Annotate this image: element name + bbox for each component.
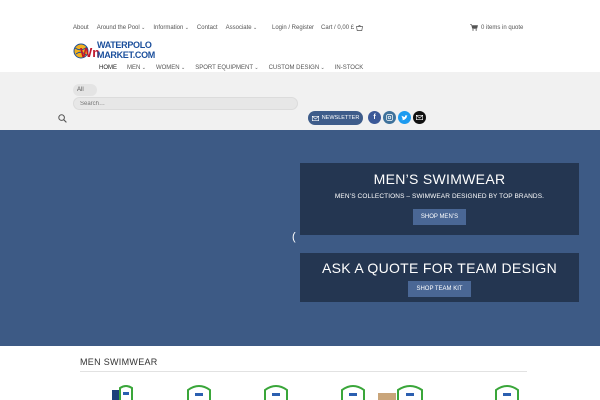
envelope-icon xyxy=(311,115,319,121)
logo-wordmark: WATERPOLO MARKET.COM xyxy=(97,40,155,60)
search-input[interactable] xyxy=(73,97,298,110)
newsletter-label: NEWSLETTER xyxy=(321,115,360,121)
top-nav-contact[interactable]: Contact xyxy=(197,25,218,31)
cart-label: Cart / 0,00 £ xyxy=(321,25,355,31)
newsletter-button[interactable]: NEWSLETTER xyxy=(308,111,363,125)
top-nav-associate[interactable]: Associate xyxy=(226,25,258,31)
category-select[interactable]: All xyxy=(73,84,97,96)
twitter-icon xyxy=(401,114,408,120)
category-select-value: All xyxy=(77,87,84,93)
shop-team-kit-button[interactable]: SHOP TEAM KIT xyxy=(408,281,471,297)
section-divider xyxy=(80,371,527,372)
product-thumbnail[interactable] xyxy=(338,384,368,400)
product-thumbnail[interactable] xyxy=(492,384,522,400)
basket-icon xyxy=(356,25,363,31)
mens-swimwear-card: MEN’S SWIMWEAR MEN’S COLLECTIONS – SWIMW… xyxy=(300,163,579,235)
cart-link[interactable]: Cart / 0,00 £ xyxy=(321,25,363,31)
email-icon xyxy=(416,115,423,120)
facebook-button[interactable]: f xyxy=(368,111,381,124)
mens-swimwear-subtitle: MEN’S COLLECTIONS – SWIMWEAR DESIGNED BY… xyxy=(334,193,545,200)
section-title: MEN SWIMWEAR xyxy=(80,357,158,367)
login-register-link[interactable]: Login / Register xyxy=(272,25,314,31)
quote-label: 0 items in quote xyxy=(481,24,524,31)
cart-icon xyxy=(470,24,478,31)
product-thumbnail[interactable] xyxy=(378,384,428,400)
facebook-icon: f xyxy=(373,114,376,121)
instagram-icon xyxy=(386,114,393,121)
team-design-title: ASK A QUOTE FOR TEAM DESIGN xyxy=(322,260,557,276)
logo-line-1: WATERPOLO xyxy=(97,40,152,50)
mens-swimwear-title: MEN’S SWIMWEAR xyxy=(373,171,506,187)
product-thumbnail[interactable] xyxy=(261,384,291,400)
instagram-button[interactable] xyxy=(383,111,396,124)
top-nav-about[interactable]: About xyxy=(73,25,89,31)
product-thumbnail[interactable] xyxy=(108,384,138,400)
top-nav-information[interactable]: Information xyxy=(153,25,189,31)
account-links: Login / Register Cart / 0,00 £ xyxy=(272,25,363,31)
product-thumbnail[interactable] xyxy=(184,384,214,400)
slider-prev-icon[interactable]: ( xyxy=(292,231,296,243)
logo-mark: Wm xyxy=(73,43,99,60)
quote-link[interactable]: 0 items in quote xyxy=(470,24,523,31)
twitter-button[interactable] xyxy=(398,111,411,124)
shop-mens-button[interactable]: SHOP MEN’S xyxy=(412,209,467,225)
logo-line-2: MARKET.COM xyxy=(97,50,155,60)
team-design-card: ASK A QUOTE FOR TEAM DESIGN SHOP TEAM KI… xyxy=(300,253,579,302)
email-button[interactable] xyxy=(413,111,426,124)
top-nav: About Around the Pool Information Contac… xyxy=(73,25,257,31)
top-bar: About Around the Pool Information Contac… xyxy=(0,0,600,36)
top-nav-around-the-pool[interactable]: Around the Pool xyxy=(97,25,146,31)
search-icon[interactable] xyxy=(58,114,67,123)
